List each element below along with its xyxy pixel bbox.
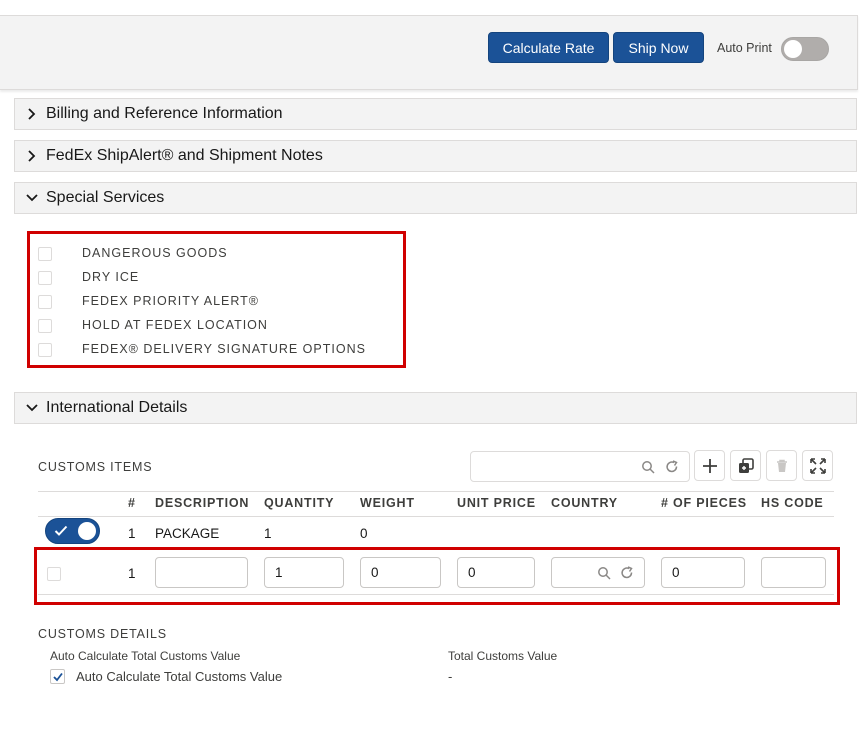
section-international-details[interactable]: International Details (14, 392, 857, 424)
total-customs-value: - (448, 669, 453, 684)
add-item-button[interactable] (694, 450, 725, 481)
expand-button[interactable] (802, 450, 833, 481)
weight-input[interactable]: 0 (360, 557, 441, 588)
col-header-description: DESCRIPTION (155, 496, 250, 510)
col-header-quantity: QUANTITY (264, 496, 335, 510)
col-header-country: COUNTRY (551, 496, 618, 510)
row-number: 1 (128, 526, 136, 541)
table-header-border (38, 516, 834, 517)
auto-print-label: Auto Print (717, 41, 772, 55)
calculate-rate-button[interactable]: Calculate Rate (488, 32, 609, 63)
copy-icon (739, 458, 754, 473)
expand-icon (810, 458, 826, 474)
section-title: Special Services (46, 189, 165, 206)
toggle-knob (78, 522, 96, 540)
checkbox[interactable] (38, 247, 52, 261)
delete-item-button[interactable] (766, 450, 797, 481)
description-input[interactable] (155, 557, 248, 588)
checkbox[interactable] (38, 319, 52, 333)
search-icon (642, 461, 655, 474)
customs-search-input[interactable] (470, 451, 690, 482)
service-label: DRY ICE (82, 270, 140, 284)
add-icon (703, 459, 717, 473)
section-title: International Details (46, 399, 188, 416)
chevron-down-icon (26, 404, 38, 412)
trash-icon (777, 459, 787, 472)
search-icon (598, 567, 611, 580)
auto-calc-label: Auto Calculate Total Customs Value (76, 669, 283, 684)
section-special-services[interactable]: Special Services (14, 182, 857, 214)
service-label: DANGEROUS GOODS (82, 246, 228, 260)
col-header-hs-code: HS CODE (761, 496, 824, 510)
ship-now-button[interactable]: Ship Now (613, 32, 704, 63)
section-billing[interactable]: Billing and Reference Information (14, 98, 857, 130)
unit-price-input[interactable]: 0 (457, 557, 535, 588)
clone-item-button[interactable] (730, 450, 761, 481)
checkbox[interactable] (38, 343, 52, 357)
refresh-icon[interactable] (665, 460, 679, 474)
section-title: FedEx ShipAlert® and Shipment Notes (46, 147, 323, 164)
section-title: Billing and Reference Information (46, 105, 283, 122)
service-label: HOLD AT FEDEX LOCATION (82, 318, 268, 332)
toggle-knob (784, 40, 802, 58)
edit-row-number: 1 (128, 566, 136, 581)
checkbox[interactable] (38, 271, 52, 285)
checkbox[interactable] (38, 295, 52, 309)
row-quantity: 1 (264, 526, 272, 541)
service-label: FEDEX® DELIVERY SIGNATURE OPTIONS (82, 342, 366, 356)
action-header: Calculate Rate Ship Now Auto Print (0, 15, 858, 90)
row-select-toggle[interactable] (45, 518, 100, 544)
chevron-right-icon (28, 108, 36, 120)
chevron-right-icon (28, 150, 36, 162)
col-header-number: # (128, 496, 136, 510)
refresh-icon[interactable] (620, 566, 634, 580)
row-description: PACKAGE (155, 526, 220, 541)
customs-items-title: CUSTOMS ITEMS (38, 460, 153, 474)
section-shipalert[interactable]: FedEx ShipAlert® and Shipment Notes (14, 140, 857, 172)
table-top-border (38, 491, 834, 492)
col-header-weight: WEIGHT (360, 496, 415, 510)
service-label: FEDEX PRIORITY ALERT® (82, 294, 260, 308)
country-lookup-input[interactable] (551, 557, 645, 588)
table-row-border (38, 594, 834, 595)
chevron-down-icon (26, 194, 38, 202)
quantity-input[interactable]: 1 (264, 557, 344, 588)
customs-details-title: CUSTOMS DETAILS (38, 627, 167, 641)
col-header-unit-price: UNIT PRICE (457, 496, 536, 510)
auto-calc-checkbox[interactable] (50, 669, 65, 684)
hs-code-input[interactable] (761, 557, 826, 588)
row-checkbox[interactable] (47, 567, 61, 581)
col-header-pieces: # OF PIECES (661, 496, 747, 510)
auto-calc-header: Auto Calculate Total Customs Value (50, 649, 241, 663)
total-customs-header: Total Customs Value (448, 649, 558, 663)
check-icon (54, 525, 68, 536)
auto-print-toggle[interactable] (781, 37, 829, 61)
row-weight: 0 (360, 526, 368, 541)
check-icon (53, 672, 63, 682)
pieces-input[interactable]: 0 (661, 557, 745, 588)
